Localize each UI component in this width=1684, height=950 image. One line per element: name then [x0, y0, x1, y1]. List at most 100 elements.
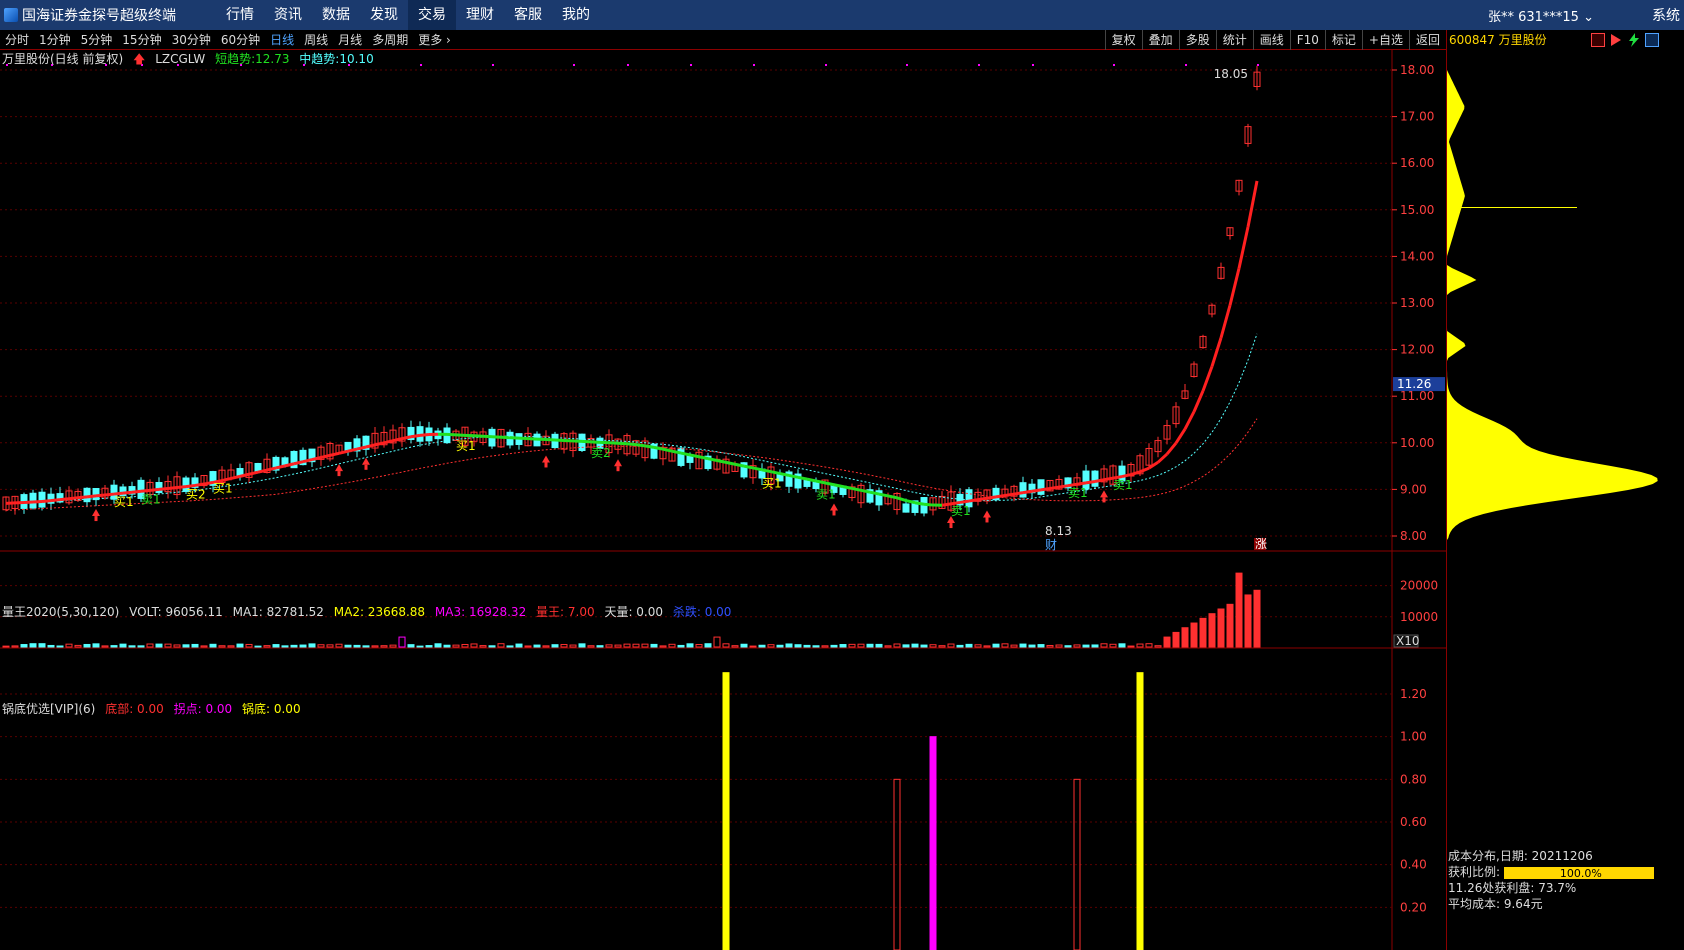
cai-marker: 财 — [1045, 538, 1057, 552]
top-menu-bar: 国海证券金探号超级终端 行情 资讯 数据 发现 交易 理财 客服 我的 张** … — [0, 0, 1684, 30]
volume-bar — [938, 645, 946, 648]
volume-bar — [362, 645, 370, 648]
period-5min[interactable]: 5分钟 — [76, 30, 118, 50]
volume-bar — [767, 644, 775, 648]
short-trend-segment — [1156, 452, 1169, 464]
short-trend-segment — [869, 490, 880, 496]
tool-duogu[interactable]: 多股 — [1178, 29, 1216, 50]
period-fenshi[interactable]: 分时 — [0, 30, 34, 50]
candle-down — [1019, 482, 1027, 498]
short-trend-segment — [626, 442, 637, 447]
volume-bar — [254, 645, 262, 648]
volume-bar — [128, 645, 136, 648]
buy-arrow-icon-stem — [1102, 497, 1106, 503]
flag-icon[interactable] — [1609, 33, 1623, 47]
chevron-down-icon: ⌄ — [1583, 9, 1594, 25]
dibu-value: 底部: 0.00 — [105, 702, 164, 716]
short-trend-segment — [392, 437, 403, 443]
short-trend-segment — [104, 492, 115, 497]
short-trend-segment — [176, 485, 187, 490]
menu-item-faxian[interactable]: 发现 — [360, 0, 408, 30]
period-daily[interactable]: 日线 — [265, 30, 299, 50]
volume-bar — [1010, 644, 1018, 648]
short-trend-segment — [896, 496, 907, 503]
volume-bar — [1244, 594, 1252, 648]
volume-bar — [731, 645, 739, 648]
volume-bar — [164, 643, 172, 648]
price-tick-label: 8.00 — [1400, 529, 1427, 543]
tool-f10[interactable]: F10 — [1289, 29, 1325, 50]
short-trend-segment — [680, 451, 691, 457]
signal-label: 买1 — [114, 495, 134, 509]
chart-area[interactable]: 18.00 17.00 16.00 15.00 14.00 13.00 12.00 11.00… — [0, 50, 1446, 950]
period-60min[interactable]: 60分钟 — [216, 30, 265, 50]
short-trend-segment — [761, 468, 772, 474]
bottom-tick-label: 1.00 — [1400, 730, 1427, 744]
tool-fanhui[interactable]: 返回 — [1408, 29, 1446, 50]
period-more[interactable]: 更多 › — [413, 30, 456, 50]
tool-zixuan[interactable]: +自选 — [1361, 29, 1409, 50]
period-30min[interactable]: 30分钟 — [167, 30, 216, 50]
chevron-right-icon: › — [442, 32, 451, 47]
volt-value: VOLT: 96056.11 — [129, 605, 223, 619]
price-tick-label: 14.00 — [1400, 249, 1434, 263]
buy-arrow-icon — [983, 510, 991, 518]
tool-tongji[interactable]: 统计 — [1215, 29, 1253, 50]
volume-bar — [1163, 636, 1171, 648]
short-trend-segment — [914, 501, 925, 506]
user-account[interactable]: 张** 631***15 ⌄ — [1488, 6, 1594, 25]
menu-item-jiaoyi[interactable]: 交易 — [408, 0, 456, 30]
period-weekly[interactable]: 周线 — [299, 30, 333, 50]
menu-item-hangqing[interactable]: 行情 — [216, 0, 264, 30]
short-trend-segment — [185, 483, 196, 489]
menu-item-kefu[interactable]: 客服 — [504, 0, 552, 30]
short-trend-segment — [1246, 180, 1259, 228]
ma2-value: MA2: 23668.88 — [333, 605, 426, 619]
period-monthly[interactable]: 月线 — [333, 30, 367, 50]
volume-bar — [92, 643, 100, 648]
ma3-value: MA3: 16928.32 — [434, 605, 527, 619]
signal-label: 买1 — [762, 477, 782, 491]
period-multi[interactable]: 多周期 — [367, 30, 413, 50]
short-trend-segment — [1040, 486, 1051, 492]
short-trend-segment — [257, 468, 268, 474]
zhang-marker: 涨 — [1255, 536, 1267, 551]
tool-diejia[interactable]: 叠加 — [1141, 29, 1179, 50]
volume-bar — [65, 643, 73, 648]
period-1min[interactable]: 1分钟 — [34, 30, 76, 50]
period-15min[interactable]: 15分钟 — [117, 30, 166, 50]
volume-bar — [776, 644, 784, 648]
system-menu[interactable]: 系统 — [1652, 5, 1680, 25]
volume-bar — [1037, 644, 1045, 648]
volume-bar — [443, 644, 451, 648]
short-trend-segment — [41, 499, 52, 504]
volume-bar — [848, 643, 856, 648]
magenta-marker — [825, 64, 827, 66]
volume-bar — [1127, 645, 1135, 648]
short-trend-segment — [248, 470, 259, 476]
volume-bar — [830, 644, 838, 648]
tool-biaoji[interactable]: 标记 — [1324, 29, 1362, 50]
menu-item-zixun[interactable]: 资讯 — [264, 0, 312, 30]
volume-bar — [524, 645, 532, 648]
price-tick-label: 17.00 — [1400, 110, 1434, 124]
tool-huaxian[interactable]: 画线 — [1252, 29, 1290, 50]
short-trend-segment — [77, 495, 88, 500]
tool-fuquan[interactable]: 复权 — [1104, 29, 1142, 50]
short-trend-segment — [1103, 476, 1114, 482]
menu-item-shuju[interactable]: 数据 — [312, 0, 360, 30]
volume-bar — [227, 645, 235, 648]
grid-icon[interactable] — [1645, 33, 1659, 47]
menu-item-wode[interactable]: 我的 — [552, 0, 600, 30]
chart-icon[interactable] — [1591, 33, 1605, 47]
menu-item-licai[interactable]: 理财 — [456, 0, 504, 30]
kline-chart[interactable]: 18.00 17.00 16.00 15.00 14.00 13.00 12.00 11.00… — [0, 50, 1446, 950]
signal-bar — [929, 736, 937, 950]
volume-bar — [155, 643, 163, 648]
volume-bar — [83, 643, 91, 648]
volume-bar — [209, 643, 217, 648]
lightning-icon[interactable] — [1627, 33, 1641, 47]
short-trend-segment — [878, 492, 889, 498]
volume-bar — [623, 643, 631, 648]
short-trend-segment — [1165, 442, 1178, 456]
